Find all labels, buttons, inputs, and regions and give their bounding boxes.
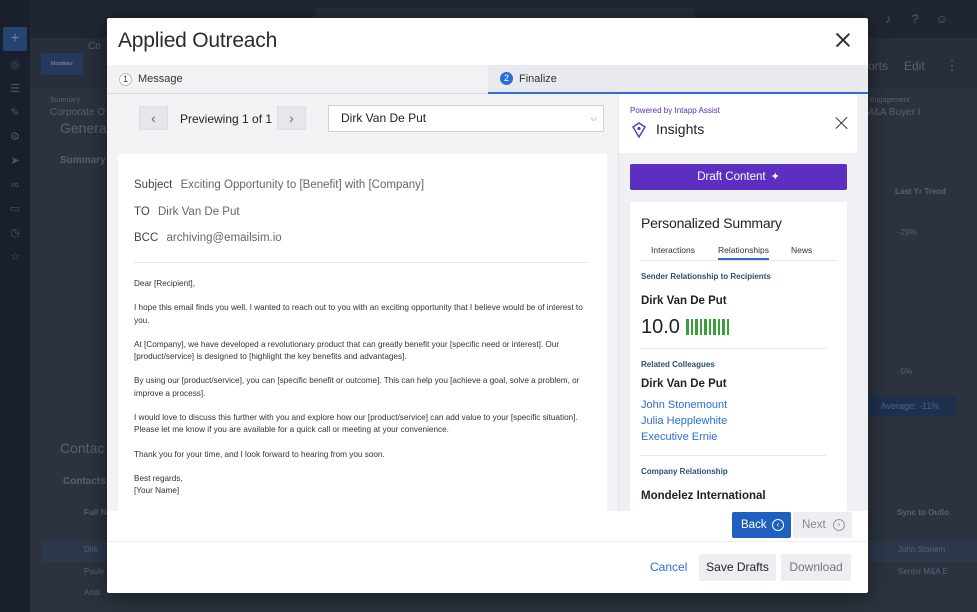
chevron-left-circle-icon: ‹ bbox=[772, 519, 784, 531]
recipient-select-value: Dirk Van De Put bbox=[341, 111, 427, 125]
insights-header: Powered by Intapp Assist Insights bbox=[619, 94, 857, 153]
subject-row: Subject Exciting Opportunity to [Benefit… bbox=[134, 179, 424, 191]
modal-title: Applied Outreach bbox=[118, 29, 278, 52]
draft-content-label: Draft Content bbox=[697, 171, 766, 183]
bcc-row: BCC archiving@emailsim.io bbox=[134, 232, 282, 244]
colleague-link[interactable]: Executive Ernie bbox=[641, 431, 717, 443]
step-label: Finalize bbox=[519, 72, 557, 85]
bcc-value: archiving@emailsim.io bbox=[166, 232, 282, 244]
subject-key: Subject bbox=[134, 179, 173, 191]
insights-pane: Powered by Intapp Assist Insights Draft … bbox=[618, 94, 868, 511]
recipient-name: Dirk Van De Put bbox=[641, 295, 727, 307]
step-finalize[interactable]: 2 Finalize bbox=[488, 65, 868, 94]
email-paragraph: I hope this email finds you well. I want… bbox=[134, 303, 583, 325]
to-row: TO Dirk Van De Put bbox=[134, 206, 240, 218]
download-button[interactable]: Download bbox=[781, 554, 851, 581]
email-body: Dear [Recipient], I hope this email find… bbox=[134, 278, 594, 498]
tab-relationships[interactable]: Relationships bbox=[718, 245, 770, 260]
next-preview-button[interactable]: › bbox=[277, 106, 306, 130]
email-paragraph: By using our [product/service], you can … bbox=[134, 376, 580, 398]
divider bbox=[134, 262, 587, 263]
to-value: Dirk Van De Put bbox=[157, 206, 240, 218]
summary-title: Personalized Summary bbox=[641, 215, 782, 231]
save-drafts-button[interactable]: Save Drafts bbox=[699, 554, 776, 581]
tab-news[interactable]: News bbox=[791, 245, 812, 255]
sparkle-icon: ✦ bbox=[770, 171, 780, 183]
sender-relationship-label: Sender Relationship to Recipients bbox=[641, 272, 771, 281]
chevron-right-circle-icon: › bbox=[833, 519, 845, 531]
close-icon[interactable] bbox=[835, 32, 851, 48]
step-label: Message bbox=[138, 73, 183, 85]
step-message[interactable]: 1 Message bbox=[107, 65, 488, 94]
footer-divider bbox=[107, 541, 868, 542]
email-signoff: Best regards, bbox=[134, 473, 183, 483]
applied-outreach-modal: Applied Outreach 1 Message 2 Finalize ‹ … bbox=[107, 18, 868, 593]
divider bbox=[641, 348, 826, 349]
related-person: Dirk Van De Put bbox=[641, 378, 727, 390]
colleague-link[interactable]: John Stonemount bbox=[641, 399, 727, 411]
recipient-select[interactable]: Dirk Van De Put ⌵ bbox=[328, 105, 604, 132]
bcc-key: BCC bbox=[134, 232, 159, 244]
next-button[interactable]: Next › bbox=[793, 512, 852, 538]
chevron-right-icon: › bbox=[289, 110, 294, 126]
related-colleagues-label: Related Colleagues bbox=[641, 360, 715, 369]
preview-counter: Previewing 1 of 1 bbox=[180, 112, 273, 126]
email-card: Subject Exciting Opportunity to [Benefit… bbox=[118, 154, 607, 511]
stepper: 1 Message 2 Finalize bbox=[107, 65, 868, 94]
email-paragraph: At [Company], we have developed a revolu… bbox=[134, 339, 560, 362]
score-bars bbox=[686, 319, 729, 335]
insights-title: Insights bbox=[656, 121, 705, 137]
next-label: Next bbox=[802, 519, 826, 531]
summary-tabs: Interactions Relationships News bbox=[641, 243, 837, 261]
personalized-summary-card: Personalized Summary Interactions Relati… bbox=[630, 202, 847, 511]
relationship-score: 10.0 bbox=[641, 316, 680, 338]
email-preview-pane: ‹ Previewing 1 of 1 › Dirk Van De Put ⌵ … bbox=[107, 94, 618, 511]
back-button[interactable]: Back ‹ bbox=[732, 512, 791, 538]
previous-preview-button[interactable]: ‹ bbox=[139, 106, 168, 130]
email-paragraph: Thank you for your time, and I look forw… bbox=[134, 449, 385, 459]
step-number: 1 bbox=[119, 72, 132, 86]
powered-by-label: Powered by Intapp Assist bbox=[630, 106, 720, 115]
back-label: Back bbox=[741, 519, 767, 531]
chevron-left-icon: ‹ bbox=[151, 110, 156, 126]
divider bbox=[641, 455, 826, 456]
close-insights-icon[interactable] bbox=[835, 116, 849, 130]
company-relationship-label: Company Relationship bbox=[641, 467, 728, 476]
draft-content-button[interactable]: Draft Content ✦ bbox=[630, 164, 847, 190]
email-paragraph: I would love to discuss this further wit… bbox=[134, 413, 578, 435]
subject-value: Exciting Opportunity to [Benefit] with [… bbox=[180, 179, 425, 191]
step-number: 2 bbox=[500, 72, 513, 85]
email-signature: [Your Name] bbox=[134, 486, 180, 496]
tab-interactions[interactable]: Interactions bbox=[651, 245, 695, 255]
company-name: Mondelez International bbox=[641, 490, 766, 502]
colleague-link[interactable]: Julia Hepplewhite bbox=[641, 415, 727, 427]
chevron-down-icon: ⌵ bbox=[590, 113, 597, 123]
email-greeting: Dear [Recipient], bbox=[134, 279, 195, 288]
to-key: TO bbox=[134, 206, 150, 218]
cancel-button[interactable]: Cancel bbox=[650, 560, 687, 574]
intapp-assist-icon bbox=[632, 122, 646, 138]
